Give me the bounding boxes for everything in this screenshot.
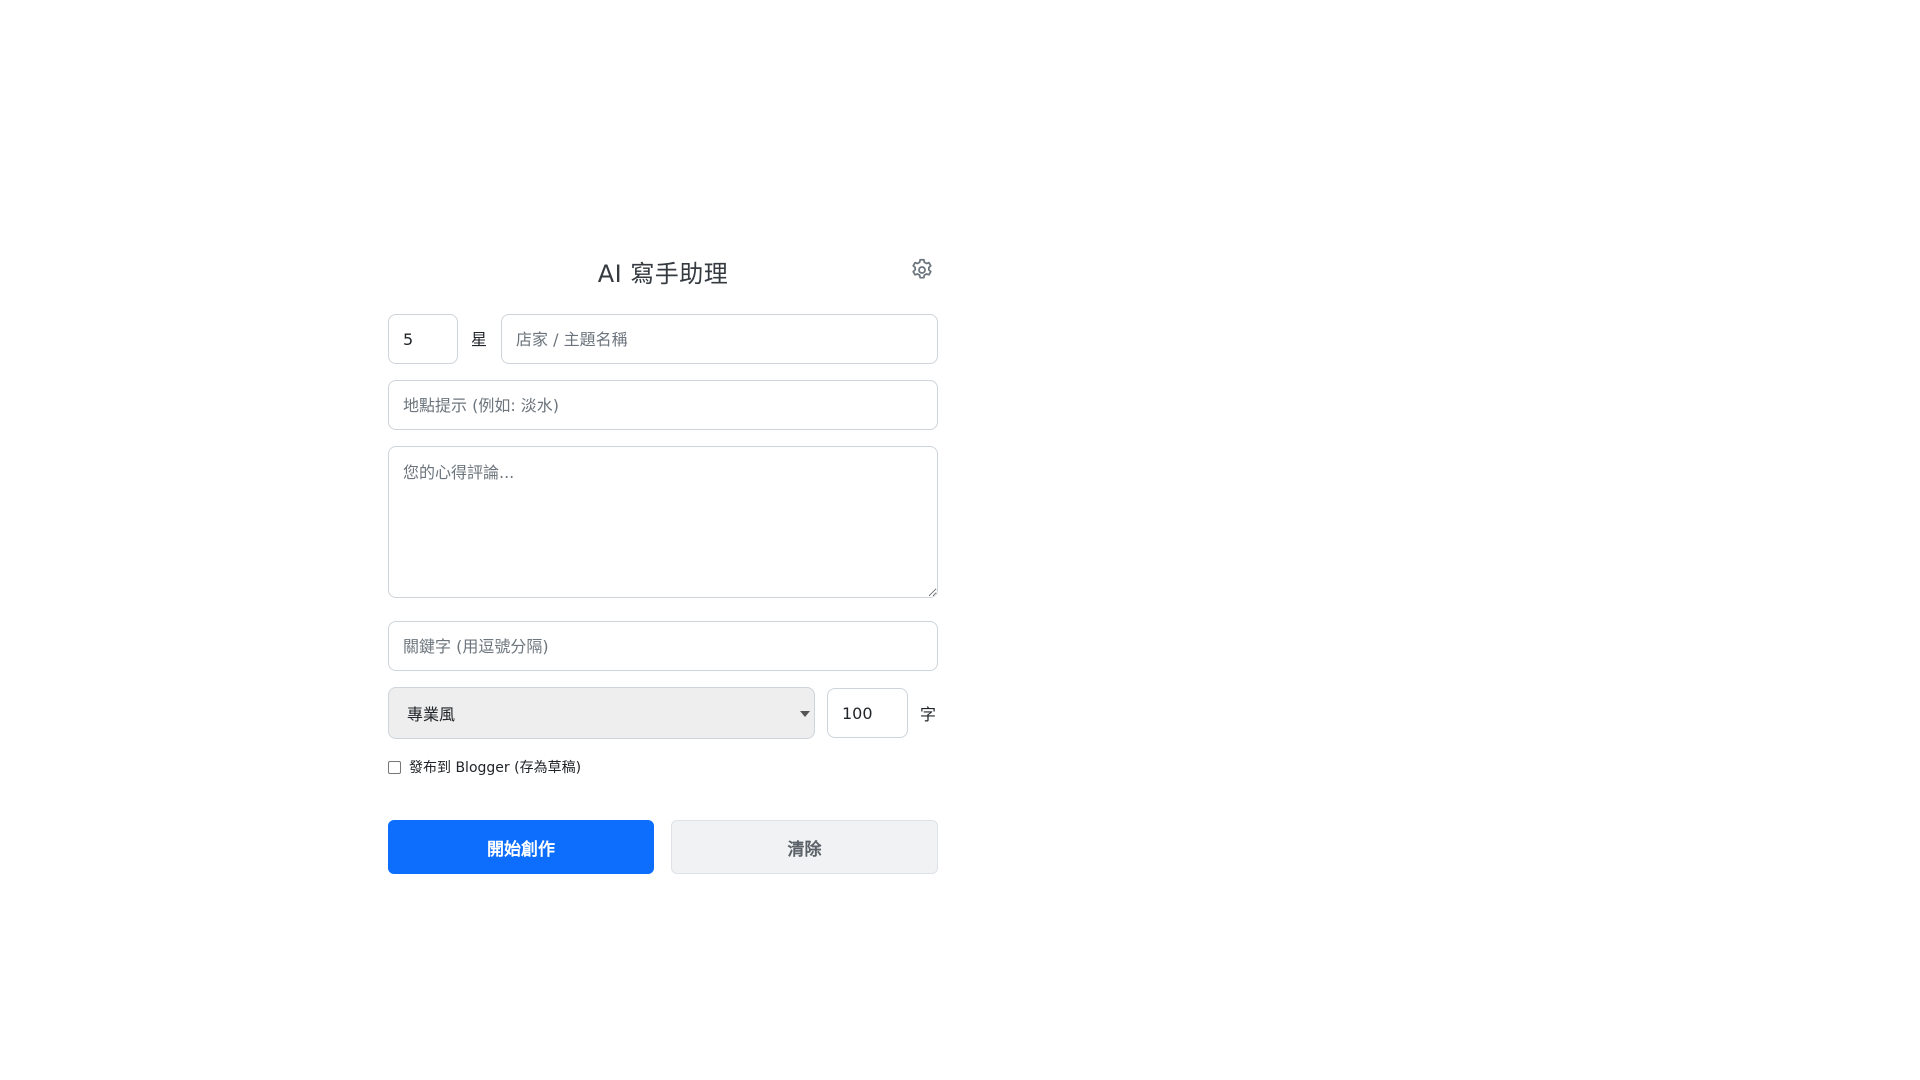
- publish-option: 發布到 Blogger (存為草稿): [388, 757, 581, 777]
- writer-panel: AI 寫手助理 星 專業風 字 發布到 Blogger (存為草稿) 開始創作 …: [388, 248, 938, 874]
- header: AI 寫手助理: [388, 248, 938, 292]
- caret-down-icon: [800, 711, 810, 717]
- word-count-label: 字: [920, 705, 937, 724]
- publish-checkbox[interactable]: [388, 760, 401, 774]
- page-title: AI 寫手助理: [597, 260, 729, 288]
- star-label: 星: [471, 330, 488, 349]
- location-input[interactable]: [388, 380, 938, 430]
- rating-input[interactable]: [388, 314, 458, 364]
- gear-icon: [912, 258, 932, 279]
- word-count-input[interactable]: [827, 688, 908, 738]
- style-select[interactable]: 專業風: [388, 687, 815, 739]
- style-count-row: 專業風 字: [388, 687, 938, 739]
- create-button[interactable]: 開始創作: [388, 820, 654, 874]
- review-textarea[interactable]: [388, 446, 938, 598]
- rating-shop-row: 星: [388, 314, 938, 364]
- action-buttons: 開始創作 清除: [388, 820, 938, 874]
- keywords-input[interactable]: [388, 621, 938, 671]
- settings-button[interactable]: [908, 256, 936, 284]
- style-select-value: 專業風: [407, 705, 456, 724]
- publish-label: 發布到 Blogger (存為草稿): [409, 760, 582, 776]
- clear-button[interactable]: 清除: [671, 820, 938, 874]
- shop-name-input[interactable]: [501, 314, 938, 364]
